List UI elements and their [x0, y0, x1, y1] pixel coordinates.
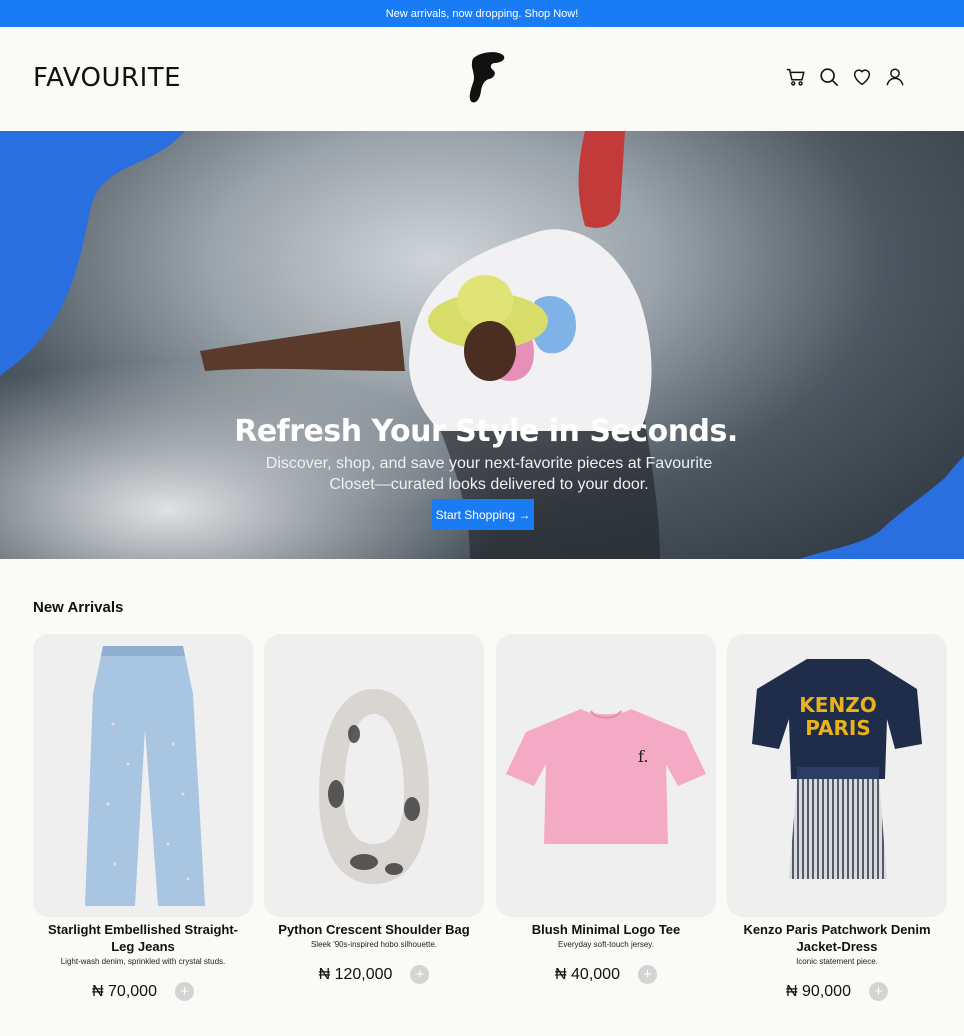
- search-icon[interactable]: [817, 65, 841, 89]
- product-price: ₦ 120,000: [318, 965, 393, 983]
- svg-text:KENZO: KENZO: [799, 693, 876, 717]
- start-shopping-button[interactable]: Start Shopping →: [432, 499, 534, 530]
- user-icon[interactable]: [883, 65, 907, 89]
- product-name[interactable]: Kenzo Paris Patchwork Denim Jacket-Dress: [727, 921, 947, 955]
- product-name[interactable]: Blush Minimal Logo Tee: [496, 921, 716, 938]
- price-row: ₦ 120,000 +: [264, 965, 484, 984]
- jeans-image: [85, 646, 205, 906]
- svg-text:PARIS: PARIS: [805, 716, 871, 740]
- product-desc: Iconic statement piece.: [796, 957, 878, 966]
- announcement-text[interactable]: New arrivals, now dropping. Shop Now!: [386, 8, 579, 20]
- product-card[interactable]: Python Crescent Shoulder Bag Sleek '90s-…: [264, 634, 484, 984]
- add-to-cart-plus-icon[interactable]: +: [174, 982, 194, 1001]
- add-to-cart-plus-icon[interactable]: +: [637, 965, 657, 984]
- product-name[interactable]: Starlight Embellished Straight-Leg Jeans: [33, 921, 253, 955]
- tee-image: f.: [506, 709, 706, 844]
- section-title-new-arrivals: New Arrivals: [33, 599, 124, 616]
- brand-logo-icon[interactable]: [467, 51, 507, 105]
- price-row: ₦ 90,000 +: [727, 982, 947, 1001]
- kenzo-dress-image: KENZO PARIS: [752, 659, 922, 879]
- product-image[interactable]: [264, 634, 484, 917]
- hero-subtitle: Discover, shop, and save your next-favor…: [265, 455, 713, 493]
- product-desc: Light-wash denim, sprinkled with crystal…: [60, 957, 226, 966]
- bag-image: [319, 689, 429, 884]
- product-price: ₦ 90,000: [786, 982, 851, 1000]
- product-name[interactable]: Python Crescent Shoulder Bag: [264, 921, 484, 938]
- cart-icon[interactable]: [784, 65, 808, 89]
- product-image[interactable]: KENZO PARIS: [727, 634, 947, 917]
- hero-title: Refresh Your Style in Seconds.: [234, 414, 738, 449]
- svg-text:f.: f.: [638, 747, 648, 766]
- product-image[interactable]: [33, 634, 253, 917]
- product-card[interactable]: KENZO PARIS Kenzo Paris Patchwork Denim …: [727, 634, 947, 1001]
- announcement-bar[interactable]: New arrivals, now dropping. Shop Now!: [0, 0, 964, 27]
- price-row: ₦ 70,000 +: [33, 982, 253, 1001]
- site-header: FAVOURITE: [0, 27, 964, 131]
- product-desc: Sleek '90s-inspired hobo silhouette.: [310, 940, 438, 949]
- brand-wordmark[interactable]: FAVOURITE: [33, 63, 181, 93]
- price-row: ₦ 40,000 +: [496, 965, 716, 984]
- product-price: ₦ 70,000: [92, 982, 157, 1000]
- product-card[interactable]: Starlight Embellished Straight-Leg Jeans…: [33, 634, 253, 1001]
- product-desc: Everyday soft-touch jersey.: [558, 940, 654, 949]
- product-card[interactable]: f. Blush Minimal Logo Tee Everyday soft-…: [496, 634, 716, 984]
- heart-icon[interactable]: [850, 65, 874, 89]
- hero-banner: Refresh Your Style in Seconds. Discover,…: [0, 131, 964, 559]
- header-icons: [784, 65, 907, 89]
- product-price: ₦ 40,000: [555, 965, 620, 983]
- add-to-cart-plus-icon[interactable]: +: [868, 982, 888, 1001]
- product-image[interactable]: f.: [496, 634, 716, 917]
- add-to-cart-plus-icon[interactable]: +: [410, 965, 430, 984]
